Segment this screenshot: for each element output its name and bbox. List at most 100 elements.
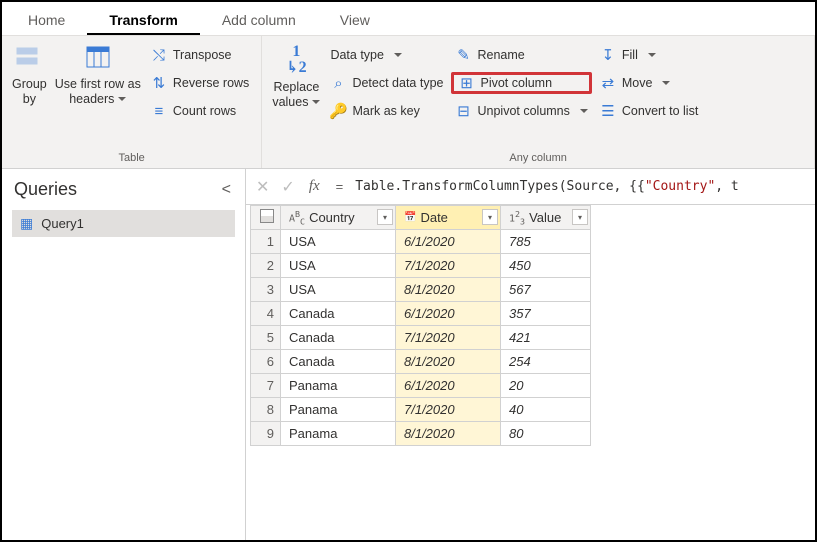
group-by-button[interactable]: Group by — [8, 40, 51, 150]
fill-button[interactable]: ↧ Fill — [596, 44, 702, 66]
cell-value[interactable]: 357 — [501, 302, 591, 326]
count-rows-label: Count rows — [173, 104, 236, 118]
detect-data-type-button[interactable]: ⌕ Detect data type — [326, 72, 447, 94]
table-row[interactable]: 3USA8/1/2020567 — [251, 278, 591, 302]
convert-to-list-button[interactable]: ☰ Convert to list — [596, 100, 702, 122]
unpivot-columns-label: Unpivot columns — [477, 104, 569, 118]
filter-date-button[interactable]: ▾ — [482, 209, 498, 225]
cell-value[interactable]: 567 — [501, 278, 591, 302]
unpivot-columns-icon: ⊟ — [455, 103, 471, 119]
transpose-icon: ⤭ — [151, 47, 167, 63]
cell-value[interactable]: 254 — [501, 350, 591, 374]
row-number[interactable]: 5 — [251, 326, 281, 350]
use-first-row-label: Use first row as headers — [55, 77, 141, 107]
row-number[interactable]: 7 — [251, 374, 281, 398]
rename-button[interactable]: ✎ Rename — [451, 44, 591, 66]
table-row[interactable]: 7Panama6/1/202020 — [251, 374, 591, 398]
cell-value[interactable]: 40 — [501, 398, 591, 422]
table-row[interactable]: 9Panama8/1/202080 — [251, 422, 591, 446]
tab-view[interactable]: View — [318, 4, 392, 35]
use-first-row-icon — [84, 44, 112, 73]
row-number[interactable]: 4 — [251, 302, 281, 326]
use-first-row-button[interactable]: Use first row as headers — [51, 40, 145, 150]
pivot-column-icon: ⊞ — [458, 75, 474, 91]
table-row[interactable]: 8Panama7/1/202040 — [251, 398, 591, 422]
cell-date[interactable]: 6/1/2020 — [396, 230, 501, 254]
data-type-button[interactable]: Data type — [326, 44, 447, 66]
cell-date[interactable]: 7/1/2020 — [396, 398, 501, 422]
cell-date[interactable]: 7/1/2020 — [396, 254, 501, 278]
cell-date[interactable]: 8/1/2020 — [396, 350, 501, 374]
pivot-column-button[interactable]: ⊞ Pivot column — [451, 72, 591, 94]
cell-value[interactable]: 785 — [501, 230, 591, 254]
cell-country[interactable]: Panama — [281, 422, 396, 446]
text-type-icon: ABC — [289, 209, 305, 226]
date-type-icon: 📅 — [404, 212, 416, 223]
number-type-icon: 123 — [509, 209, 525, 226]
cell-date[interactable]: 8/1/2020 — [396, 422, 501, 446]
tab-add-column[interactable]: Add column — [200, 4, 318, 35]
queries-header: Queries < — [12, 177, 235, 210]
formula-cancel-button[interactable]: ✕ — [254, 177, 271, 197]
cell-country[interactable]: Panama — [281, 398, 396, 422]
row-number[interactable]: 3 — [251, 278, 281, 302]
table-row[interactable]: 5Canada7/1/2020421 — [251, 326, 591, 350]
tab-transform[interactable]: Transform — [87, 4, 199, 35]
move-label: Move — [622, 76, 653, 90]
col-value-label: Value — [529, 210, 561, 225]
cell-date[interactable]: 6/1/2020 — [396, 302, 501, 326]
table-row[interactable]: 6Canada8/1/2020254 — [251, 350, 591, 374]
cell-value[interactable]: 421 — [501, 326, 591, 350]
unpivot-columns-button[interactable]: ⊟ Unpivot columns — [451, 100, 591, 122]
count-rows-icon: ≡ — [151, 103, 167, 119]
row-number[interactable]: 8 — [251, 398, 281, 422]
cell-country[interactable]: USA — [281, 254, 396, 278]
cell-country[interactable]: Canada — [281, 350, 396, 374]
table-row[interactable]: 1USA6/1/2020785 — [251, 230, 591, 254]
data-type-label: Data type — [330, 48, 384, 62]
col-header-value[interactable]: 123 Value ▾ — [501, 206, 591, 230]
query-item[interactable]: ▦ Query1 — [12, 210, 235, 237]
cell-country[interactable]: USA — [281, 278, 396, 302]
cell-date[interactable]: 6/1/2020 — [396, 374, 501, 398]
col-header-country[interactable]: ABC Country ▾ — [281, 206, 396, 230]
cell-value[interactable]: 80 — [501, 422, 591, 446]
queries-collapse-button[interactable]: < — [218, 181, 235, 199]
transpose-button[interactable]: ⤭ Transpose — [147, 44, 253, 66]
mark-as-key-button[interactable]: 🔑 Mark as key — [326, 100, 447, 122]
formula-accept-button[interactable]: ✓ — [279, 177, 296, 197]
row-number[interactable]: 9 — [251, 422, 281, 446]
rename-label: Rename — [477, 48, 524, 62]
reverse-rows-button[interactable]: ⇅ Reverse rows — [147, 72, 253, 94]
grid-corner-cell[interactable] — [251, 206, 281, 230]
fx-icon[interactable]: fx — [305, 178, 324, 195]
cell-country[interactable]: Canada — [281, 326, 396, 350]
row-number[interactable]: 1 — [251, 230, 281, 254]
move-button[interactable]: ⇄ Move — [596, 72, 702, 94]
cell-date[interactable]: 7/1/2020 — [396, 326, 501, 350]
cell-value[interactable]: 450 — [501, 254, 591, 278]
formula-text[interactable]: Table.TransformColumnTypes(Source, {{"Co… — [355, 179, 739, 194]
rename-icon: ✎ — [455, 47, 471, 63]
row-number[interactable]: 6 — [251, 350, 281, 374]
tab-home[interactable]: Home — [6, 4, 87, 35]
col-header-date[interactable]: 📅 Date ▾ — [396, 206, 501, 230]
detect-data-type-icon: ⌕ — [330, 75, 346, 91]
table-row[interactable]: 4Canada6/1/2020357 — [251, 302, 591, 326]
count-rows-button[interactable]: ≡ Count rows — [147, 100, 253, 122]
query-item-label: Query1 — [41, 216, 84, 231]
replace-values-icon: 1↳2 — [286, 44, 307, 76]
cell-date[interactable]: 8/1/2020 — [396, 278, 501, 302]
cell-value[interactable]: 20 — [501, 374, 591, 398]
filter-country-button[interactable]: ▾ — [377, 209, 393, 225]
replace-values-label: Replace values — [272, 80, 320, 110]
replace-values-button[interactable]: 1↳2 Replace values — [268, 40, 324, 150]
move-icon: ⇄ — [600, 75, 616, 91]
filter-value-button[interactable]: ▾ — [572, 209, 588, 225]
table-row[interactable]: 2USA7/1/2020450 — [251, 254, 591, 278]
row-number[interactable]: 2 — [251, 254, 281, 278]
pivot-column-label: Pivot column — [480, 76, 552, 90]
cell-country[interactable]: Canada — [281, 302, 396, 326]
cell-country[interactable]: USA — [281, 230, 396, 254]
cell-country[interactable]: Panama — [281, 374, 396, 398]
